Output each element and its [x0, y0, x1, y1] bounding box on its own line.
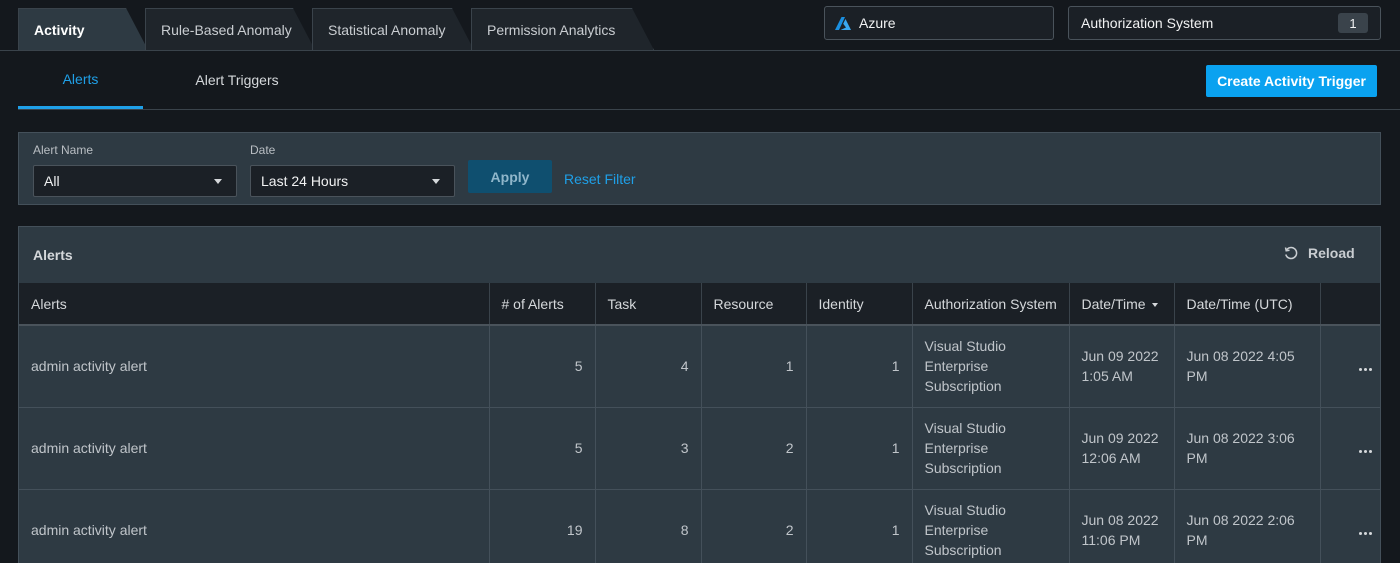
table-row[interactable]: admin activity alert 5 3 2 1 Visual Stud…: [19, 407, 1380, 490]
identity-count-cell: 1: [806, 489, 913, 563]
table-row[interactable]: admin activity alert 5 4 1 1 Visual Stud…: [19, 325, 1380, 408]
alert-name-label: Alert Name: [33, 143, 94, 157]
date-value: Last 24 Hours: [261, 173, 349, 189]
task-count-cell: 8: [595, 489, 702, 563]
resource-count-cell: 2: [701, 489, 807, 563]
filter-panel: Alert Name All Date Last 24 Hours Apply …: [18, 132, 1381, 205]
column-header-date-time[interactable]: Date/Time: [1069, 283, 1175, 326]
task-count-cell: 4: [595, 325, 702, 408]
column-header-num-alerts[interactable]: # of Alerts: [489, 283, 596, 326]
alerts-table-panel: Alerts Reload Alerts # of Alerts Task Re…: [18, 226, 1381, 563]
date-label: Date: [250, 143, 276, 157]
table-header-row: Alerts # of Alerts Task Resource Identit…: [19, 283, 1380, 326]
chevron-down-icon: [432, 179, 440, 184]
alert-count-cell: 5: [489, 407, 596, 490]
tab-permission-analytics[interactable]: Permission Analytics: [471, 8, 654, 50]
authorization-system-count-badge: 1: [1338, 13, 1368, 33]
reset-filter-link[interactable]: Reset Filter: [564, 171, 636, 187]
subtab-label: Alerts: [62, 70, 99, 87]
sort-desc-icon: [1151, 302, 1158, 307]
date-time-cell: Jun 09 2022 12:06 AM: [1069, 407, 1175, 490]
column-header-alerts[interactable]: Alerts: [19, 283, 490, 326]
identity-count-cell: 1: [806, 325, 913, 408]
tab-statistical-anomaly[interactable]: Statistical Anomaly: [312, 8, 474, 50]
top-tab-bar: Activity Rule-Based Anomaly Statistical …: [0, 0, 1400, 51]
cloud-selector[interactable]: Azure: [824, 6, 1054, 40]
column-header-actions: [1320, 283, 1380, 326]
create-activity-trigger-button[interactable]: Create Activity Trigger: [1206, 65, 1377, 97]
date-time-utc-cell: Jun 08 2022 2:06 PM: [1174, 489, 1321, 563]
authorization-system-cell: Visual Studio Enterprise Subscription: [912, 325, 1070, 408]
chevron-down-icon: [214, 179, 222, 184]
date-time-utc-cell: Jun 08 2022 3:06 PM: [1174, 407, 1321, 490]
authorization-system-cell: Visual Studio Enterprise Subscription: [912, 489, 1070, 563]
resource-count-cell: 1: [701, 325, 807, 408]
column-header-authorization-system[interactable]: Authorization System: [912, 283, 1070, 326]
authorization-system-cell: Visual Studio Enterprise Subscription: [912, 407, 1070, 490]
row-actions-cell: [1320, 407, 1380, 490]
row-actions-cell: [1320, 325, 1380, 408]
more-actions-icon[interactable]: [1359, 450, 1372, 453]
row-actions-cell: [1320, 489, 1380, 563]
alert-name-cell: admin activity alert: [19, 489, 490, 563]
cloud-label: Azure: [859, 15, 896, 31]
more-actions-icon[interactable]: [1359, 368, 1372, 372]
reload-label: Reload: [1308, 245, 1355, 261]
reload-icon: [1284, 246, 1298, 260]
alert-count-cell: 19: [489, 489, 596, 563]
column-header-identity[interactable]: Identity: [806, 283, 913, 326]
subtab-alert-triggers[interactable]: Alert Triggers: [168, 51, 306, 109]
alert-name-value: All: [44, 173, 60, 189]
sub-tab-bar: Alerts Alert Triggers: [18, 51, 1400, 110]
column-header-label: Date/Time: [1081, 295, 1146, 312]
tab-label: Rule-Based Anomaly: [161, 21, 292, 38]
tab-activity[interactable]: Activity: [18, 8, 148, 50]
task-count-cell: 3: [595, 407, 702, 490]
column-header-task[interactable]: Task: [595, 283, 702, 326]
panel-title: Alerts: [33, 247, 73, 263]
subtab-label: Alert Triggers: [195, 72, 279, 88]
date-select[interactable]: Last 24 Hours: [250, 165, 455, 197]
date-time-cell: Jun 08 2022 11:06 PM: [1069, 489, 1175, 563]
column-header-date-time-utc[interactable]: Date/Time (UTC): [1174, 283, 1321, 326]
alert-name-cell: admin activity alert: [19, 325, 490, 408]
alerts-table: Alerts # of Alerts Task Resource Identit…: [19, 283, 1380, 563]
alert-name-select[interactable]: All: [33, 165, 237, 197]
more-actions-icon[interactable]: [1359, 532, 1372, 535]
apply-button[interactable]: Apply: [468, 160, 552, 193]
tab-label: Activity: [34, 21, 85, 38]
tab-label: Statistical Anomaly: [328, 21, 446, 38]
subtab-alerts[interactable]: Alerts: [18, 51, 143, 109]
tab-label: Permission Analytics: [487, 21, 616, 38]
identity-count-cell: 1: [806, 407, 913, 490]
date-time-utc-cell: Jun 08 2022 4:05 PM: [1174, 325, 1321, 408]
alert-count-cell: 5: [489, 325, 596, 408]
table-row[interactable]: admin activity alert 19 8 2 1 Visual Stu…: [19, 489, 1380, 563]
alert-name-cell: admin activity alert: [19, 407, 490, 490]
authorization-system-label: Authorization System: [1081, 15, 1214, 31]
date-time-cell: Jun 09 2022 1:05 AM: [1069, 325, 1175, 408]
authorization-system-selector[interactable]: Authorization System 1: [1068, 6, 1381, 40]
resource-count-cell: 2: [701, 407, 807, 490]
azure-logo-icon: [835, 16, 851, 30]
column-header-resource[interactable]: Resource: [701, 283, 807, 326]
reload-button[interactable]: Reload: [1283, 245, 1355, 261]
tab-rule-based-anomaly[interactable]: Rule-Based Anomaly: [145, 8, 315, 50]
